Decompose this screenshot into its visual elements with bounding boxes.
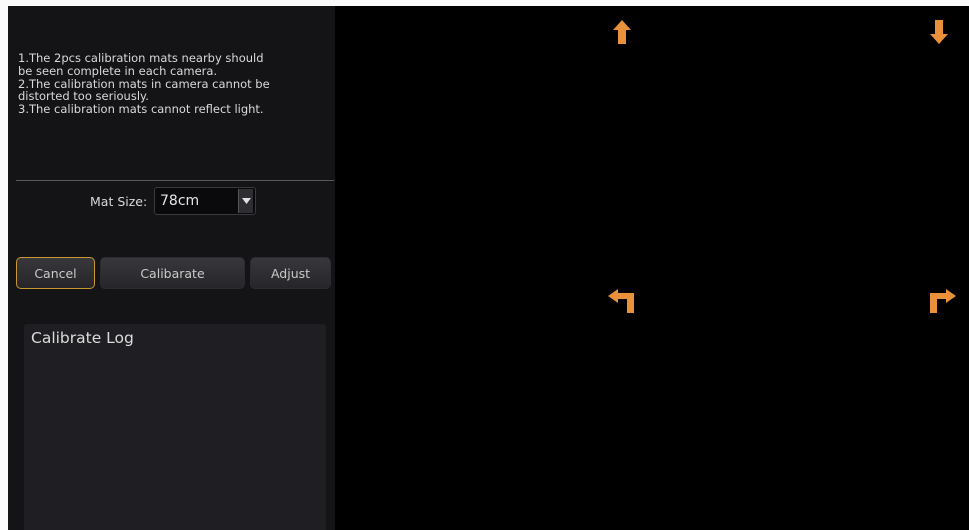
dropdown-arrow-icon[interactable] (238, 189, 253, 213)
divider (16, 180, 334, 181)
mat-size-select[interactable]: 78cm (154, 187, 256, 215)
instructions-text: 1.The 2pcs calibration mats nearby shoul… (18, 52, 318, 116)
instruction-line: be seen complete in each camera. (18, 63, 218, 78)
turn-right-arrow-icon[interactable] (928, 289, 956, 313)
left-panel: 1.The 2pcs calibration mats nearby shoul… (8, 6, 335, 530)
cancel-button[interactable]: Cancel (16, 257, 95, 289)
up-arrow-icon[interactable] (613, 20, 631, 44)
down-arrow-icon[interactable] (930, 20, 948, 44)
calibration-screen: 1.The 2pcs calibration mats nearby shoul… (8, 6, 969, 530)
mat-size-value: 78cm (160, 193, 200, 209)
calibrate-log-panel: Calibrate Log (24, 324, 326, 530)
instruction-line: 3.The calibration mats cannot reflect li… (18, 102, 264, 117)
calibrate-button[interactable]: Calibarate (100, 257, 245, 289)
adjust-button[interactable]: Adjust (250, 257, 331, 289)
mat-size-label: Mat Size: (90, 194, 148, 209)
instruction-line: 1.The 2pcs calibration mats nearby shoul… (18, 51, 264, 65)
calibrate-log-title: Calibrate Log (31, 329, 134, 347)
turn-left-arrow-icon[interactable] (608, 289, 636, 313)
